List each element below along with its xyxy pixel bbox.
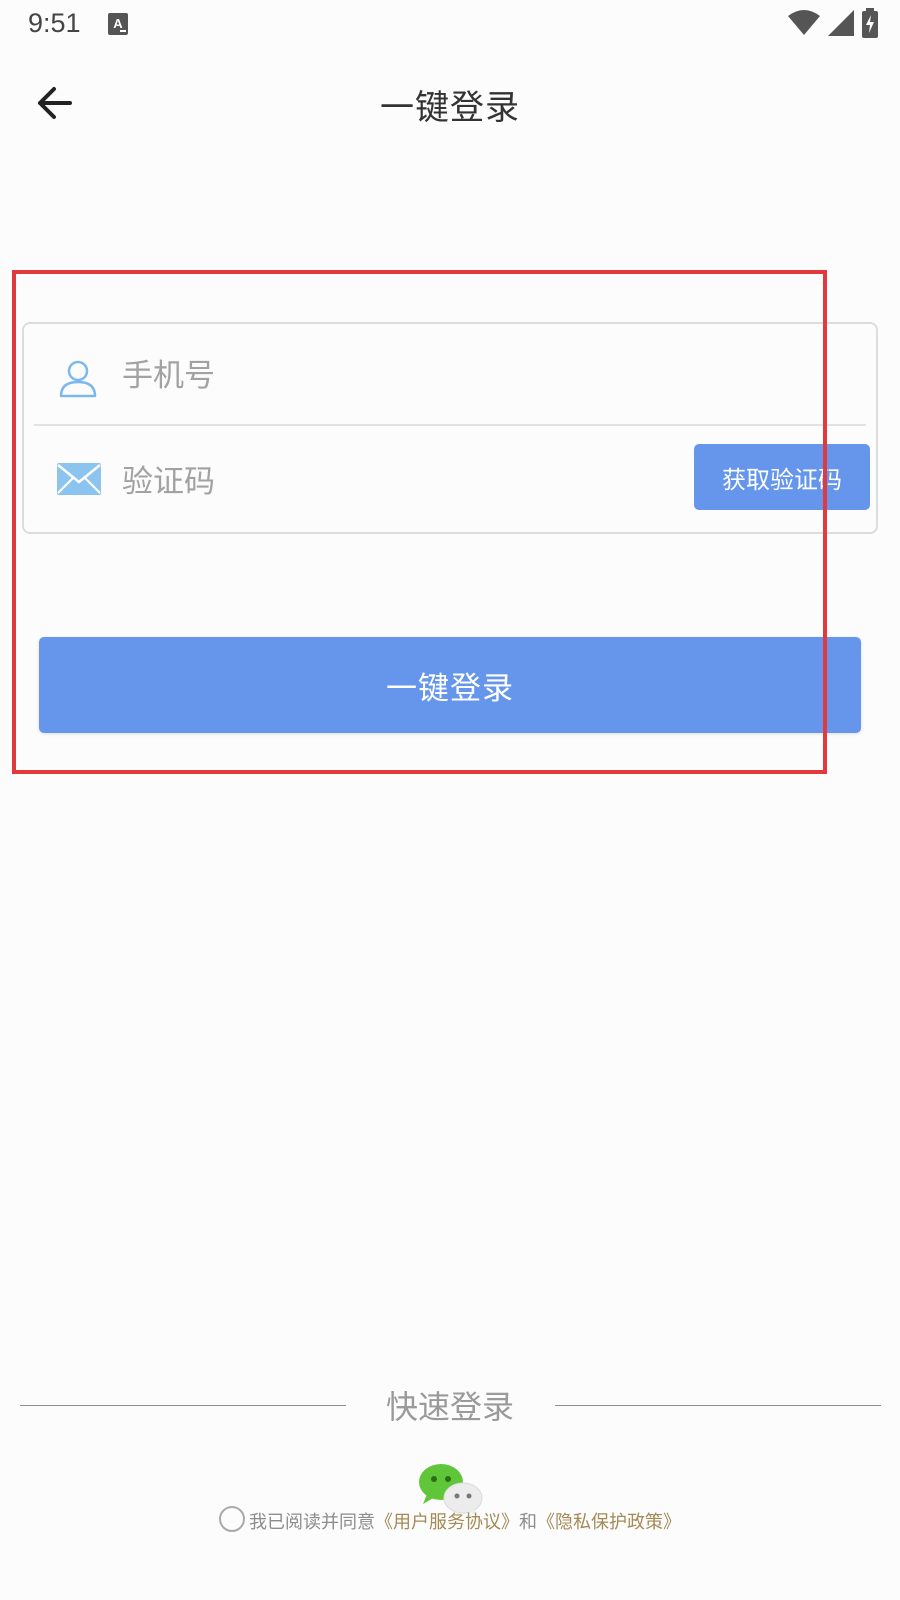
wifi-icon	[788, 10, 820, 35]
login-button[interactable]: 一键登录	[39, 637, 861, 733]
code-row: 获取验证码	[24, 426, 876, 534]
status-bar: 9:51 A	[0, 0, 900, 50]
agreement-conjunction: 和	[519, 1512, 537, 1533]
agreement-prefix: 我已阅读并同意	[249, 1512, 375, 1533]
svg-text:A: A	[113, 16, 123, 31]
page-title: 一键登录	[380, 88, 520, 128]
quick-login-section: 快速登录	[0, 1382, 900, 1432]
divider-line-right	[555, 1405, 881, 1406]
agreement-row: 我已阅读并同意《用户服务协议》和《隐私保护政策》	[0, 1506, 900, 1544]
privacy-policy-link[interactable]: 《隐私保护政策》	[537, 1512, 681, 1533]
login-form-card: 获取验证码	[22, 322, 878, 534]
phone-row	[24, 324, 876, 426]
header: 一键登录	[0, 62, 900, 146]
get-code-button[interactable]: 获取验证码	[694, 444, 870, 510]
user-icon	[59, 360, 97, 398]
agreement-checkbox[interactable]	[219, 1506, 245, 1532]
phone-input[interactable]	[122, 352, 722, 400]
a-notification-icon: A	[108, 13, 128, 35]
code-input[interactable]	[122, 458, 662, 506]
user-agreement-link[interactable]: 《用户服务协议》	[375, 1512, 519, 1533]
signal-icon	[828, 10, 854, 36]
battery-charging-icon	[862, 8, 878, 38]
status-time: 9:51	[28, 8, 81, 38]
mail-icon	[57, 463, 101, 495]
